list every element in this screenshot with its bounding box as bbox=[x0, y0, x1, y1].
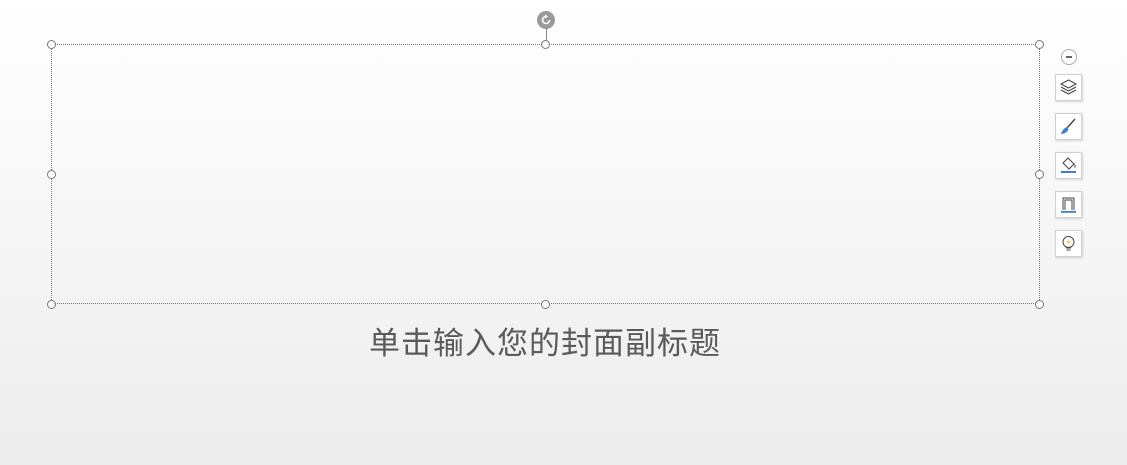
resize-handle-top-left[interactable] bbox=[47, 40, 56, 49]
resize-handle-top-right[interactable] bbox=[1035, 40, 1044, 49]
fill-button[interactable] bbox=[1055, 152, 1082, 179]
border-button[interactable] bbox=[1055, 191, 1082, 218]
border-frame-icon bbox=[1061, 197, 1076, 213]
rotate-icon bbox=[541, 14, 551, 25]
subtitle-placeholder[interactable]: 单击输入您的封面副标题 bbox=[0, 318, 1090, 363]
resize-handle-bottom-left[interactable] bbox=[47, 300, 56, 309]
resize-handle-middle-right[interactable] bbox=[1035, 170, 1044, 179]
rotate-handle[interactable] bbox=[537, 11, 555, 29]
brush-button[interactable] bbox=[1055, 113, 1082, 140]
brush-icon bbox=[1060, 118, 1076, 135]
fill-bucket-icon bbox=[1061, 157, 1076, 173]
resize-handle-middle-left[interactable] bbox=[47, 170, 56, 179]
resize-handle-bottom-center[interactable] bbox=[541, 300, 550, 309]
layers-icon bbox=[1059, 79, 1078, 95]
resize-handle-bottom-right[interactable] bbox=[1035, 300, 1044, 309]
layers-button[interactable] bbox=[1055, 74, 1082, 101]
rotate-stem bbox=[546, 28, 547, 40]
selected-textbox[interactable] bbox=[51, 44, 1040, 304]
collapse-toolbar-button[interactable] bbox=[1061, 49, 1077, 65]
idea-button[interactable] bbox=[1055, 230, 1082, 257]
lightbulb-icon bbox=[1062, 236, 1075, 251]
resize-handle-top-center[interactable] bbox=[541, 40, 550, 49]
